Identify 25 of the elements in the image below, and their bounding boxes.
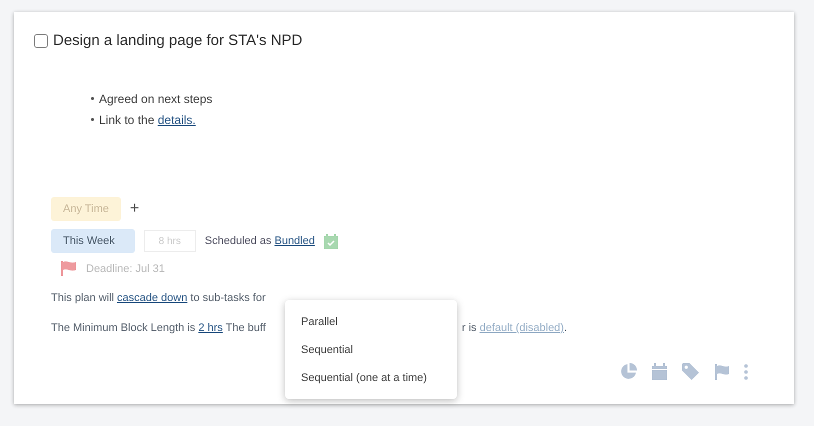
add-button[interactable]: + — [130, 200, 140, 218]
note-bullet: Link to the details. — [91, 109, 794, 130]
note-bullet: Agreed on next steps — [91, 88, 794, 109]
checkbox[interactable] — [34, 34, 48, 48]
this-week-chip[interactable]: This Week — [51, 229, 135, 253]
calendar-check-icon[interactable] — [324, 234, 338, 248]
deadline-text: Deadline: Jul 31 — [86, 262, 165, 274]
flag-icon[interactable] — [714, 364, 729, 380]
pie-chart-icon[interactable] — [620, 363, 637, 380]
block-length-link[interactable]: 2 hrs — [198, 322, 223, 334]
task-title: Design a landing page for STA's NPD — [53, 32, 302, 49]
flag-icon — [60, 261, 76, 276]
details-link[interactable]: details. — [158, 112, 196, 126]
cascade-text: This plan will cascade down to sub-tasks for — [51, 292, 267, 304]
scheduled-text: Scheduled as Bundled — [204, 235, 315, 247]
menu-item[interactable]: Parallel — [285, 312, 457, 340]
calendar-icon[interactable] — [652, 363, 667, 380]
block-length-text: The Minimum Block Length is 2 hrs The buff — [51, 322, 266, 334]
menu-item[interactable]: Sequential — [285, 340, 457, 368]
cascade-link[interactable]: cascade down — [117, 292, 188, 304]
buffer-text: r is default (disabled). — [462, 322, 568, 334]
menu-item[interactable]: Sequential (one at a time) — [285, 368, 457, 396]
tag-icon[interactable] — [682, 363, 699, 380]
bundled-link[interactable]: Bundled — [274, 235, 315, 247]
more-icon[interactable] — [744, 364, 748, 380]
